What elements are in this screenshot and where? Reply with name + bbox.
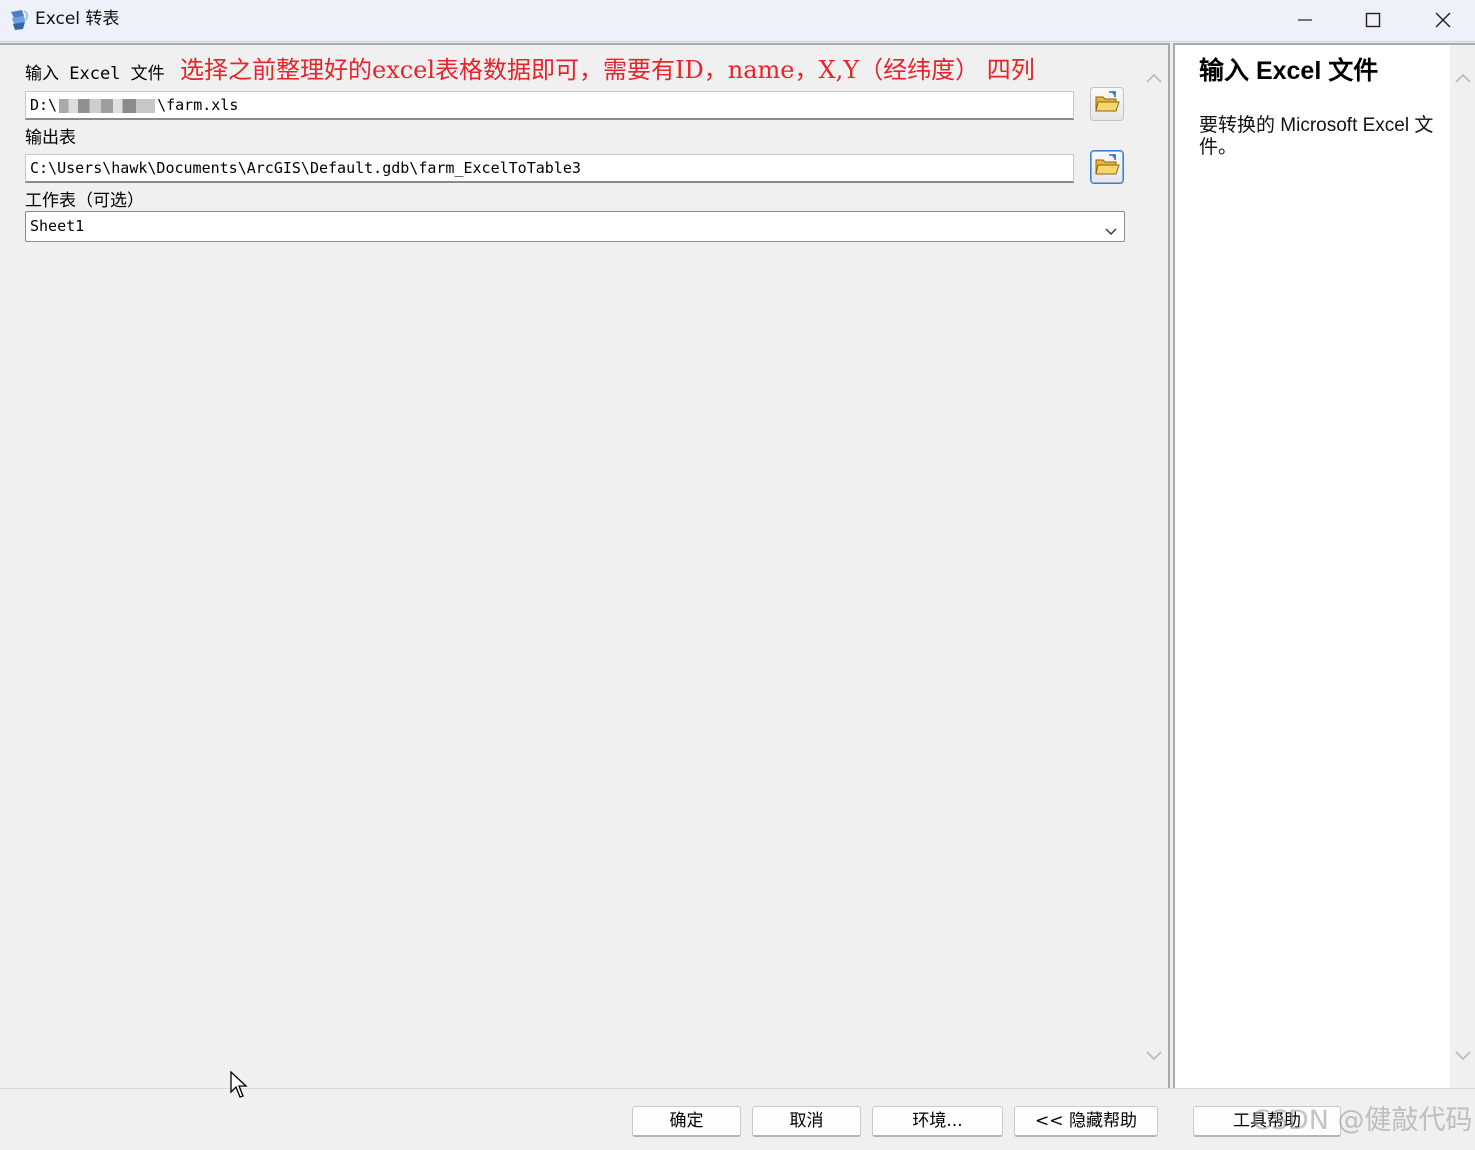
open-folder-icon	[1094, 153, 1120, 181]
chevron-down-icon	[1104, 220, 1118, 235]
ok-button[interactable]: 确定	[632, 1106, 741, 1137]
close-button[interactable]	[1408, 0, 1475, 40]
input-path-suffix: \farm.xls	[157, 96, 239, 114]
input-path-prefix: D:\	[30, 96, 58, 114]
scroll-up-icon[interactable]	[1144, 69, 1164, 89]
title-bar: Excel 转表	[0, 0, 1475, 42]
hide-help-button[interactable]: << 隐藏帮助	[1014, 1106, 1158, 1137]
watermark: CSDN @健敲代码	[1252, 1105, 1473, 1136]
scroll-down-icon[interactable]	[1453, 1045, 1473, 1065]
help-description: 要转换的 Microsoft Excel 文件。	[1199, 115, 1434, 158]
sheet-label: 工作表（可选）	[25, 191, 144, 211]
help-title: 输入 Excel 文件	[1199, 57, 1379, 85]
maximize-button[interactable]	[1338, 0, 1408, 40]
red-annotation-text: 选择之前整理好的excel表格数据即可，需要有ID，name，X,Y（经纬度） …	[180, 56, 1035, 84]
cancel-button[interactable]: 取消	[752, 1106, 861, 1137]
open-folder-icon	[1094, 90, 1120, 118]
help-scrollbar[interactable]	[1450, 43, 1475, 1088]
mouse-cursor-icon	[229, 1070, 251, 1100]
browse-output-button[interactable]	[1090, 150, 1124, 184]
parameters-panel: 输入 Excel 文件 选择之前整理好的excel表格数据即可，需要有ID，na…	[0, 43, 1168, 1088]
scroll-up-icon[interactable]	[1453, 69, 1473, 89]
output-table-label: 输出表	[25, 128, 76, 148]
window-title: Excel 转表	[35, 9, 120, 29]
arcgis-tool-icon	[8, 8, 30, 32]
panel-splitter[interactable]	[1168, 43, 1175, 1088]
sheet-selected-value: Sheet1	[30, 217, 85, 235]
environments-button[interactable]: 环境...	[872, 1106, 1003, 1137]
sheet-dropdown[interactable]: Sheet1	[25, 211, 1125, 242]
help-panel: 输入 Excel 文件 要转换的 Microsoft Excel 文件。	[1175, 43, 1450, 1088]
minimize-button[interactable]	[1270, 0, 1340, 40]
input-excel-field[interactable]: D:\ \farm.xls	[25, 91, 1074, 120]
scroll-down-icon[interactable]	[1144, 1045, 1164, 1065]
input-excel-label: 输入 Excel 文件	[25, 64, 165, 84]
blurred-path-segment	[59, 98, 156, 113]
output-table-field[interactable]: C:\Users\hawk\Documents\ArcGIS\Default.g…	[25, 154, 1074, 183]
browse-input-button[interactable]	[1090, 87, 1124, 121]
